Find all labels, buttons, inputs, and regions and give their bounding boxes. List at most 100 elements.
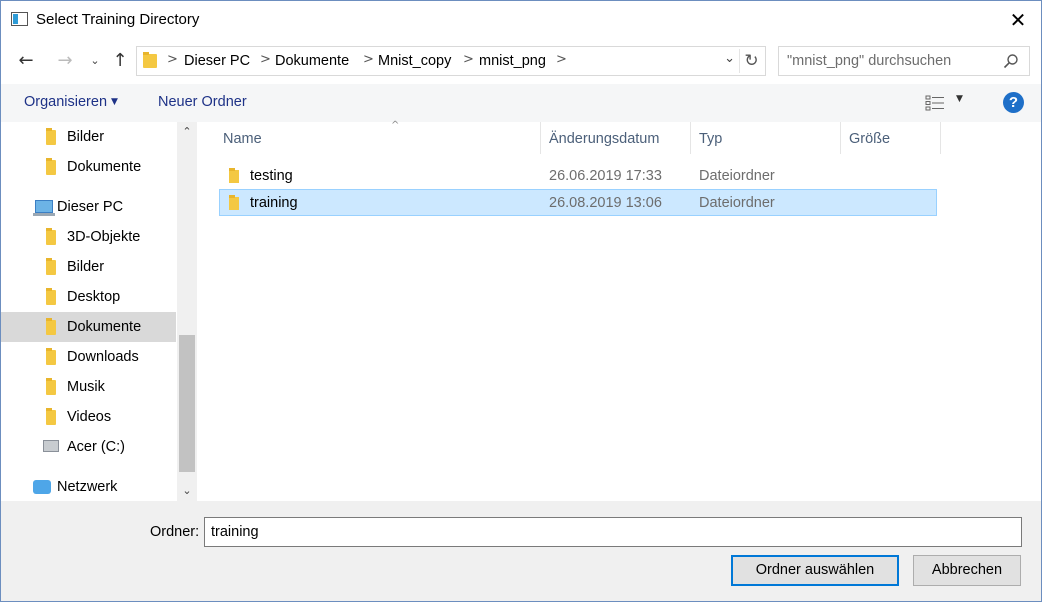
address-history-dropdown-icon[interactable]: ⌄ bbox=[724, 51, 735, 66]
refresh-icon[interactable]: ↻ bbox=[739, 49, 763, 73]
organize-button[interactable]: Organisieren ▼ bbox=[24, 94, 118, 110]
window-title: Select Training Directory bbox=[36, 11, 200, 28]
3d-objects-folder-icon bbox=[46, 228, 56, 245]
folder-icon bbox=[229, 195, 239, 210]
pictures-folder-icon bbox=[46, 258, 56, 275]
network-icon bbox=[33, 480, 51, 494]
sidebar-item-videos[interactable]: Videos bbox=[1, 402, 176, 432]
column-header-size[interactable]: Größe bbox=[841, 122, 941, 154]
organize-label: Organisieren bbox=[24, 94, 108, 110]
folder-icon bbox=[46, 128, 56, 145]
sidebar-item-label: Bilder bbox=[67, 129, 105, 145]
sidebar-item-label: Musik bbox=[67, 379, 105, 395]
select-folder-button[interactable]: Ordner auswählen bbox=[731, 555, 899, 586]
column-header-label: Größe bbox=[849, 131, 891, 147]
breadcrumb-separator-icon[interactable]: > bbox=[463, 52, 474, 67]
file-row-testing[interactable]: testing 26.06.2019 17:33 Dateiordner bbox=[219, 162, 937, 189]
sidebar-item-3d-objekte[interactable]: 3D-Objekte bbox=[1, 222, 176, 252]
forward-arrow-icon[interactable]: → bbox=[52, 49, 78, 73]
search-input[interactable] bbox=[787, 53, 997, 69]
navigation-bar: ← → ⌄ ↑ > Dieser PC > Dokumente > Mnist_… bbox=[1, 41, 1041, 81]
column-header-label: Änderungsdatum bbox=[549, 131, 660, 147]
view-options-dropdown-icon[interactable]: ▼ bbox=[956, 94, 963, 104]
breadcrumb-separator-icon[interactable]: > bbox=[363, 52, 374, 67]
title-bar: Select Training Directory ✕ bbox=[1, 1, 1041, 39]
column-header-label: Typ bbox=[699, 131, 723, 147]
folder-icon bbox=[46, 158, 56, 175]
drive-icon bbox=[43, 440, 59, 452]
file-type: Dateiordner bbox=[699, 168, 775, 184]
file-row-training[interactable]: training 26.08.2019 13:06 Dateiordner bbox=[219, 189, 937, 216]
column-header-label: Name bbox=[223, 131, 262, 147]
file-dialog-window: Select Training Directory ✕ ← → ⌄ ↑ > Di… bbox=[0, 0, 1042, 602]
sidebar-item-label: Desktop bbox=[67, 289, 121, 305]
column-header-date[interactable]: Änderungsdatum bbox=[541, 122, 691, 154]
file-list: ^ Name Änderungsdatum Typ Größe testing … bbox=[197, 120, 1041, 501]
search-icon[interactable] bbox=[1003, 53, 1019, 69]
sort-ascending-icon: ^ bbox=[391, 120, 400, 131]
breadcrumb-mnist-copy[interactable]: Mnist_copy bbox=[378, 53, 451, 69]
breadcrumb-dieser-pc[interactable]: Dieser PC bbox=[184, 53, 250, 69]
sidebar-item-label: Bilder bbox=[67, 259, 105, 275]
search-box[interactable] bbox=[778, 46, 1030, 76]
sidebar-item-label: Acer (C:) bbox=[67, 439, 125, 455]
scroll-up-icon[interactable]: ⌃ bbox=[177, 122, 197, 142]
details-view-icon[interactable] bbox=[925, 95, 945, 111]
sidebar-item-dieser-pc[interactable]: Dieser PC bbox=[1, 192, 176, 222]
scrollbar-thumb[interactable] bbox=[179, 335, 195, 472]
app-window-icon bbox=[11, 12, 28, 26]
sidebar-item-musik[interactable]: Musik bbox=[1, 372, 176, 402]
sidebar-item-label: Videos bbox=[67, 409, 112, 425]
sidebar-item-dokumente-quick[interactable]: Dokumente bbox=[1, 152, 176, 182]
recent-locations-dropdown-icon[interactable]: ⌄ bbox=[87, 49, 103, 73]
music-folder-icon bbox=[46, 378, 56, 395]
sidebar-item-downloads[interactable]: Downloads bbox=[1, 342, 176, 372]
file-date: 26.06.2019 17:33 bbox=[549, 168, 662, 184]
new-folder-button[interactable]: Neuer Ordner bbox=[158, 94, 247, 110]
sidebar-item-label: Dokumente bbox=[67, 159, 142, 175]
file-date: 26.08.2019 13:06 bbox=[549, 195, 662, 211]
folder-icon bbox=[229, 168, 239, 183]
documents-folder-icon bbox=[46, 318, 56, 335]
folder-name-input[interactable] bbox=[204, 517, 1022, 547]
back-arrow-icon[interactable]: ← bbox=[13, 49, 39, 73]
file-name: testing bbox=[250, 168, 293, 184]
sidebar-item-label: Dokumente bbox=[67, 319, 142, 335]
sidebar-item-label: Dieser PC bbox=[57, 199, 124, 215]
chevron-down-icon: ▼ bbox=[111, 97, 118, 107]
breadcrumb-separator-icon[interactable]: > bbox=[167, 52, 178, 67]
downloads-folder-icon bbox=[46, 348, 56, 365]
breadcrumb-dokumente[interactable]: Dokumente bbox=[275, 53, 349, 69]
folder-field-label: Ordner: bbox=[150, 524, 200, 540]
column-header-name[interactable]: ^ Name bbox=[215, 120, 541, 154]
sidebar-item-dokumente[interactable]: Dokumente bbox=[1, 312, 176, 342]
command-toolbar: Organisieren ▼ Neuer Ordner ▼ ? bbox=[1, 84, 1041, 122]
help-icon[interactable]: ? bbox=[1003, 92, 1024, 113]
sidebar-item-desktop[interactable]: Desktop bbox=[1, 282, 176, 312]
breadcrumb-separator-icon[interactable]: > bbox=[556, 52, 567, 67]
desktop-folder-icon bbox=[46, 288, 56, 305]
sidebar-item-netzwerk[interactable]: Netzwerk bbox=[1, 472, 176, 502]
close-button[interactable]: ✕ bbox=[995, 1, 1041, 39]
sidebar-scrollbar[interactable]: ⌃ ⌄ bbox=[177, 122, 197, 501]
sidebar-item-bilder-quick[interactable]: Bilder bbox=[1, 122, 176, 152]
scroll-down-icon[interactable]: ⌄ bbox=[177, 481, 197, 501]
address-bar[interactable]: > Dieser PC > Dokumente > Mnist_copy > m… bbox=[136, 46, 766, 76]
navigation-pane: Bilder Dokumente Dieser PC 3D-Objekte Bi… bbox=[1, 122, 197, 501]
column-header-type[interactable]: Typ bbox=[691, 122, 841, 154]
file-name: training bbox=[250, 195, 298, 211]
sidebar-item-label: 3D-Objekte bbox=[67, 229, 141, 245]
breadcrumb-separator-icon[interactable]: > bbox=[260, 52, 271, 67]
sidebar-item-acer-c[interactable]: Acer (C:) bbox=[1, 432, 176, 462]
sidebar-item-label: Downloads bbox=[67, 349, 139, 365]
breadcrumb-mnist-png[interactable]: mnist_png bbox=[479, 53, 546, 69]
dialog-footer: Ordner: Ordner auswählen Abbrechen bbox=[1, 501, 1041, 601]
file-type: Dateiordner bbox=[699, 195, 775, 211]
sidebar-item-bilder[interactable]: Bilder bbox=[1, 252, 176, 282]
folder-icon bbox=[143, 52, 157, 68]
sidebar-item-label: Netzwerk bbox=[57, 479, 118, 495]
cancel-button[interactable]: Abbrechen bbox=[913, 555, 1021, 586]
videos-folder-icon bbox=[46, 408, 56, 425]
up-arrow-icon[interactable]: ↑ bbox=[108, 49, 132, 73]
computer-icon bbox=[33, 200, 55, 216]
